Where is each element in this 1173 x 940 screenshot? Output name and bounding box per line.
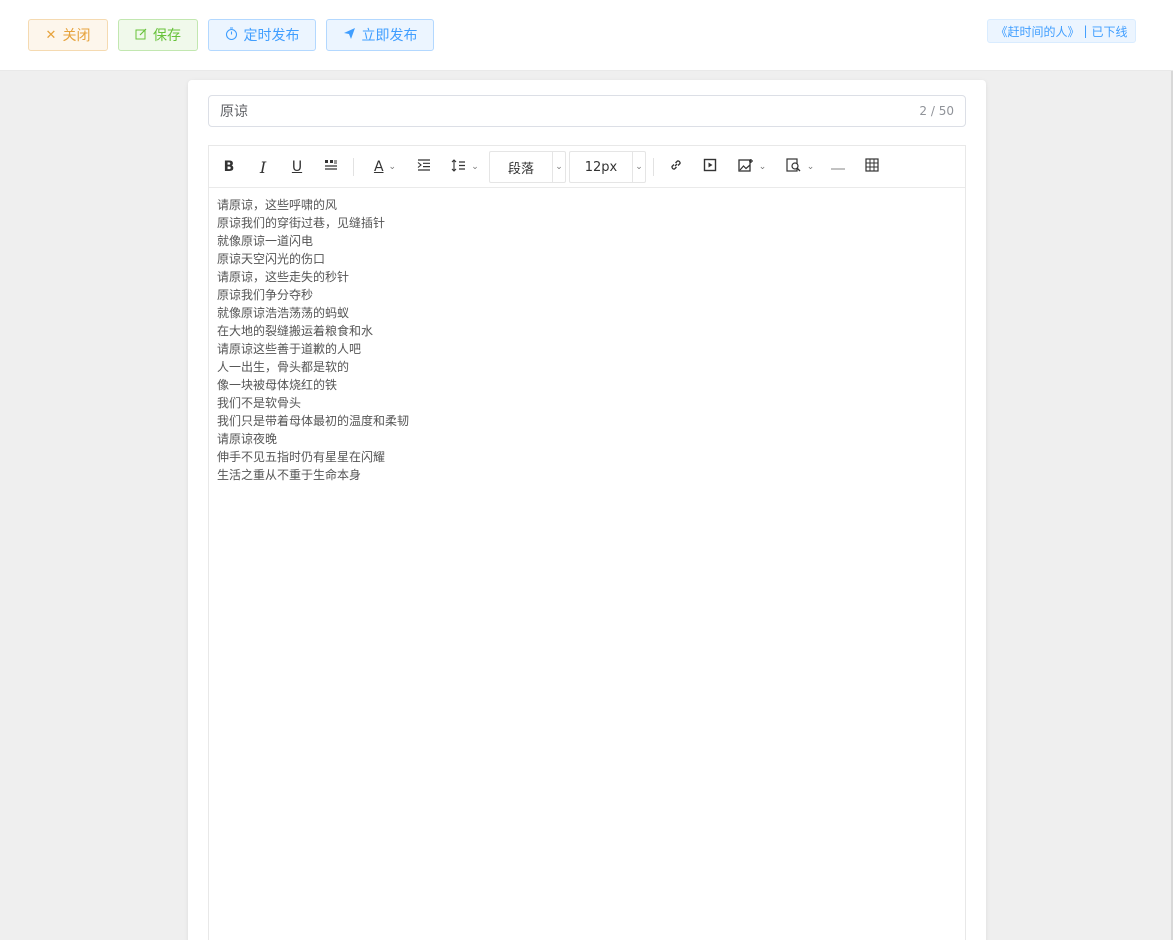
- paragraph-style-select[interactable]: 段落 ⌄: [489, 151, 566, 183]
- indent-button[interactable]: [413, 154, 435, 180]
- insert-table-button[interactable]: [861, 154, 883, 180]
- editor-line: 我们不是软骨头: [217, 396, 302, 410]
- timer-icon: [225, 27, 238, 43]
- video-icon: [703, 158, 717, 176]
- top-action-bar: ✕ 关闭 保存 定时发布 立即发布 《赶时间的人》 | 已下线: [0, 0, 1173, 71]
- publish-now-label: 立即发布: [361, 28, 418, 44]
- chevron-down-icon: ⌄: [552, 152, 565, 182]
- status-badge-separator: |: [1083, 24, 1088, 38]
- editor-line: 人一出生，骨头都是软的: [217, 360, 350, 374]
- chevron-down-icon: ⌄: [471, 162, 479, 172]
- editor-line: 原谅我们的穿街过巷，见缝插针: [217, 216, 386, 230]
- close-button-label: 关闭: [62, 28, 91, 44]
- editor-line: 生活之重从不重于生命本身: [217, 468, 362, 482]
- insert-image-button[interactable]: ⌄: [733, 154, 771, 180]
- line-height-icon: [451, 158, 466, 176]
- save-button-label: 保存: [153, 28, 181, 44]
- bold-icon: B: [223, 159, 235, 175]
- editor-content-area[interactable]: 请原谅，这些呼啸的风原谅我们的穿街过巷，见缝插针 就像原谅一道闪电 原谅天空闪光的伤…: [217, 196, 957, 484]
- status-badge-status: 已下线: [1091, 24, 1128, 39]
- editor-line: 请原谅夜晚: [217, 432, 278, 446]
- editor-toolbar: B I U A ⌄ ⌄ 段落 ⌄ 12px ⌄ ⌄ ⌄: [209, 146, 965, 188]
- toolbar-divider: [653, 158, 654, 176]
- link-icon: [669, 158, 683, 176]
- editor-line: 伸手不见五指时仍有星星在闪耀: [217, 450, 386, 464]
- image-icon: [738, 158, 754, 176]
- editor-line: 像一块被母体烧红的铁: [217, 378, 338, 392]
- line-height-button[interactable]: ⌄: [447, 154, 483, 180]
- underline-button[interactable]: U: [287, 154, 307, 180]
- insert-link-button[interactable]: [665, 154, 687, 180]
- title-input[interactable]: 原谅 2 / 50: [208, 95, 966, 127]
- rich-text-editor: B I U A ⌄ ⌄ 段落 ⌄ 12px ⌄ ⌄ ⌄ 请原谅，这些呼啸的风 原…: [208, 145, 966, 940]
- save-button[interactable]: 保存: [118, 19, 198, 51]
- editor-line: 在大地的裂缝搬运着粮食和水: [217, 324, 374, 338]
- timed-publish-label: 定时发布: [243, 28, 300, 44]
- font-color-icon: A: [373, 159, 384, 175]
- status-badge: 《赶时间的人》 | 已下线: [987, 19, 1136, 43]
- font-color-button[interactable]: A ⌄: [367, 154, 403, 180]
- edit-icon: [135, 28, 147, 43]
- font-size-value: 12px: [584, 159, 618, 175]
- editor-line: 我们只是带着母体最初的温度和柔韧: [217, 414, 410, 428]
- toolbar-divider: [353, 158, 354, 176]
- editor-line: 原谅我们争分夺秒: [217, 288, 314, 302]
- find-replace-button[interactable]: ⌄: [781, 154, 819, 180]
- chevron-down-icon: ⌄: [806, 162, 815, 172]
- horizontal-rule-button[interactable]: [827, 154, 849, 180]
- blockquote-button[interactable]: [321, 154, 341, 180]
- timed-publish-button[interactable]: 定时发布: [208, 19, 316, 51]
- font-size-select[interactable]: 12px ⌄: [569, 151, 646, 183]
- publish-now-button[interactable]: 立即发布: [326, 19, 434, 51]
- status-badge-title: 《赶时间的人》: [995, 24, 1080, 39]
- editor-line: 请原谅，这些走失的秒针: [217, 270, 350, 284]
- chevron-down-icon: ⌄: [388, 162, 397, 172]
- italic-button[interactable]: I: [253, 154, 273, 180]
- find-icon: [786, 158, 802, 176]
- quote-icon: [324, 159, 338, 175]
- horizontal-rule-icon: [831, 159, 845, 175]
- editor-line: 请原谅这些善于道歉的人吧: [217, 342, 362, 356]
- italic-icon: I: [259, 157, 267, 177]
- chevron-down-icon: ⌄: [632, 152, 645, 182]
- send-icon: [343, 27, 356, 43]
- title-input-value: 原谅: [220, 104, 248, 120]
- editor-line: 就像原谅一道闪电: [217, 234, 314, 248]
- paragraph-style-value: 段落: [507, 161, 534, 177]
- close-icon: ✕: [45, 27, 57, 43]
- editor-line: 原谅天空闪光的伤口: [217, 252, 326, 266]
- title-char-count: 2 / 50: [919, 104, 954, 118]
- chevron-down-icon: ⌄: [758, 162, 767, 172]
- close-button[interactable]: ✕ 关闭: [28, 19, 108, 51]
- editor-line: 就像原谅浩浩荡荡的蚂蚁: [217, 306, 350, 320]
- table-icon: [865, 158, 879, 176]
- editor-card: 原谅 2 / 50 B I U A ⌄ ⌄ 段落 ⌄ 12px ⌄ ⌄ ⌄ 请原…: [188, 80, 986, 940]
- insert-video-button[interactable]: [699, 154, 721, 180]
- editor-line: 请原谅，这些呼啸的风: [217, 198, 338, 212]
- bold-button[interactable]: B: [219, 154, 239, 180]
- underline-icon: U: [291, 159, 303, 175]
- indent-icon: [417, 159, 431, 175]
